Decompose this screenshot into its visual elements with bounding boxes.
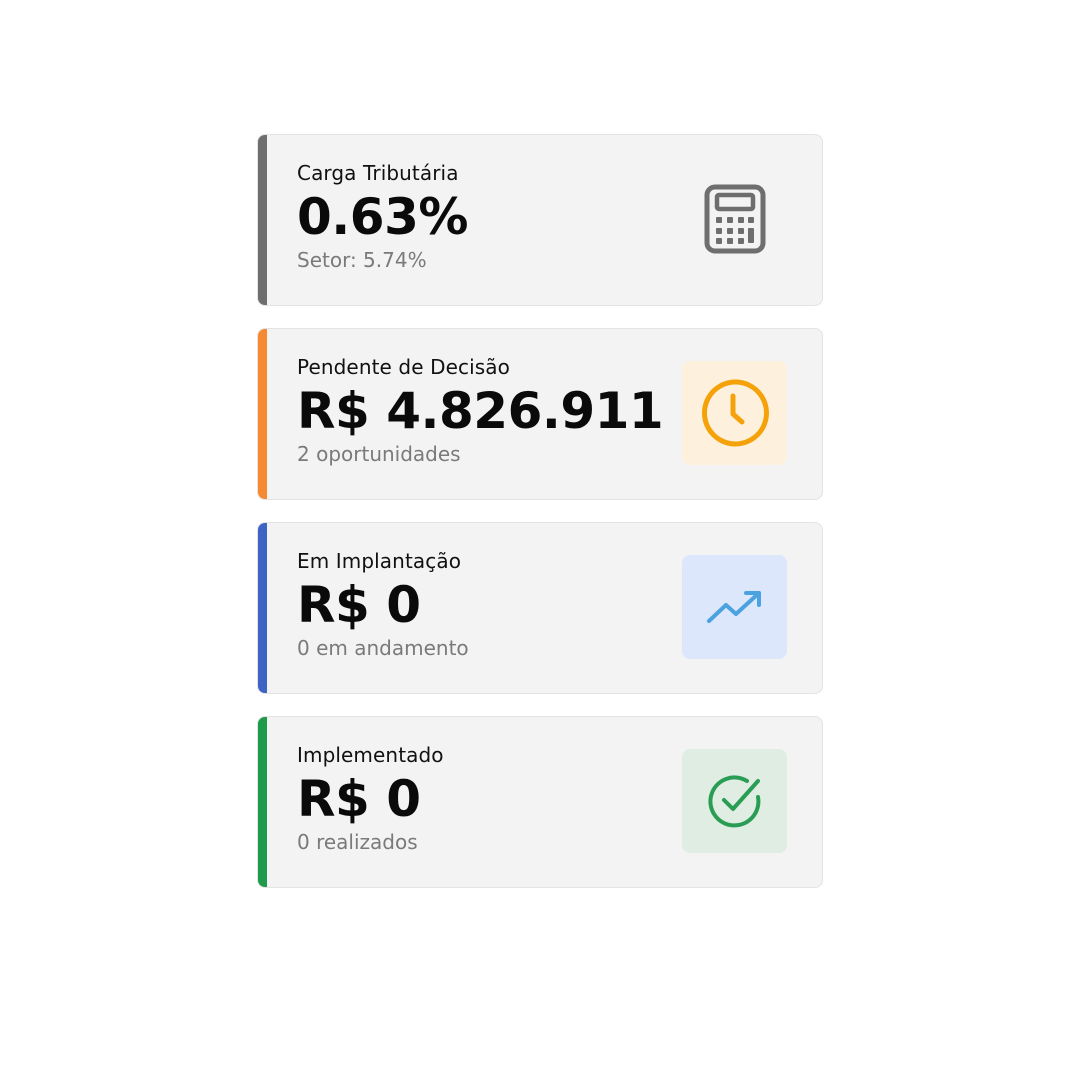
card-subtext: 0 realizados <box>297 830 418 854</box>
card-icon-box <box>682 167 787 271</box>
kpi-card-em-implantacao: Em Implantação R$ 0 0 em andamento <box>257 522 823 694</box>
kpi-card-pendente-de-decisao: Pendente de Decisão R$ 4.826.911 2 oport… <box>257 328 823 500</box>
card-subtext: 2 oportunidades <box>297 442 461 466</box>
card-icon-box <box>682 555 787 659</box>
kpi-card-carga-tributaria: Carga Tributária 0.63% Setor: 5.74% <box>257 134 823 306</box>
card-icon-box <box>682 361 787 465</box>
kpi-card-implementado: Implementado R$ 0 0 realizados <box>257 716 823 888</box>
kpi-card-stack: Carga Tributária 0.63% Setor: 5.74% Pend… <box>257 134 823 910</box>
card-accent-bar <box>258 523 267 693</box>
trending-up-icon <box>706 591 761 623</box>
card-value: R$ 0 <box>297 770 421 828</box>
card-label: Carga Tributária <box>297 161 459 185</box>
card-label: Implementado <box>297 743 444 767</box>
clock-icon <box>701 379 769 447</box>
card-accent-bar <box>258 135 267 305</box>
card-icon-box <box>682 749 787 853</box>
calculator-icon <box>704 184 765 254</box>
check-circle-icon <box>707 775 760 828</box>
card-accent-bar <box>258 329 267 499</box>
card-label: Em Implantação <box>297 549 462 573</box>
card-value: R$ 0 <box>297 576 421 634</box>
card-label: Pendente de Decisão <box>297 355 510 379</box>
card-subtext: 0 em andamento <box>297 636 469 660</box>
card-subtext: Setor: 5.74% <box>297 248 427 272</box>
card-value: 0.63% <box>297 188 468 246</box>
card-accent-bar <box>258 717 267 887</box>
card-value: R$ 4.826.911 <box>297 382 664 440</box>
